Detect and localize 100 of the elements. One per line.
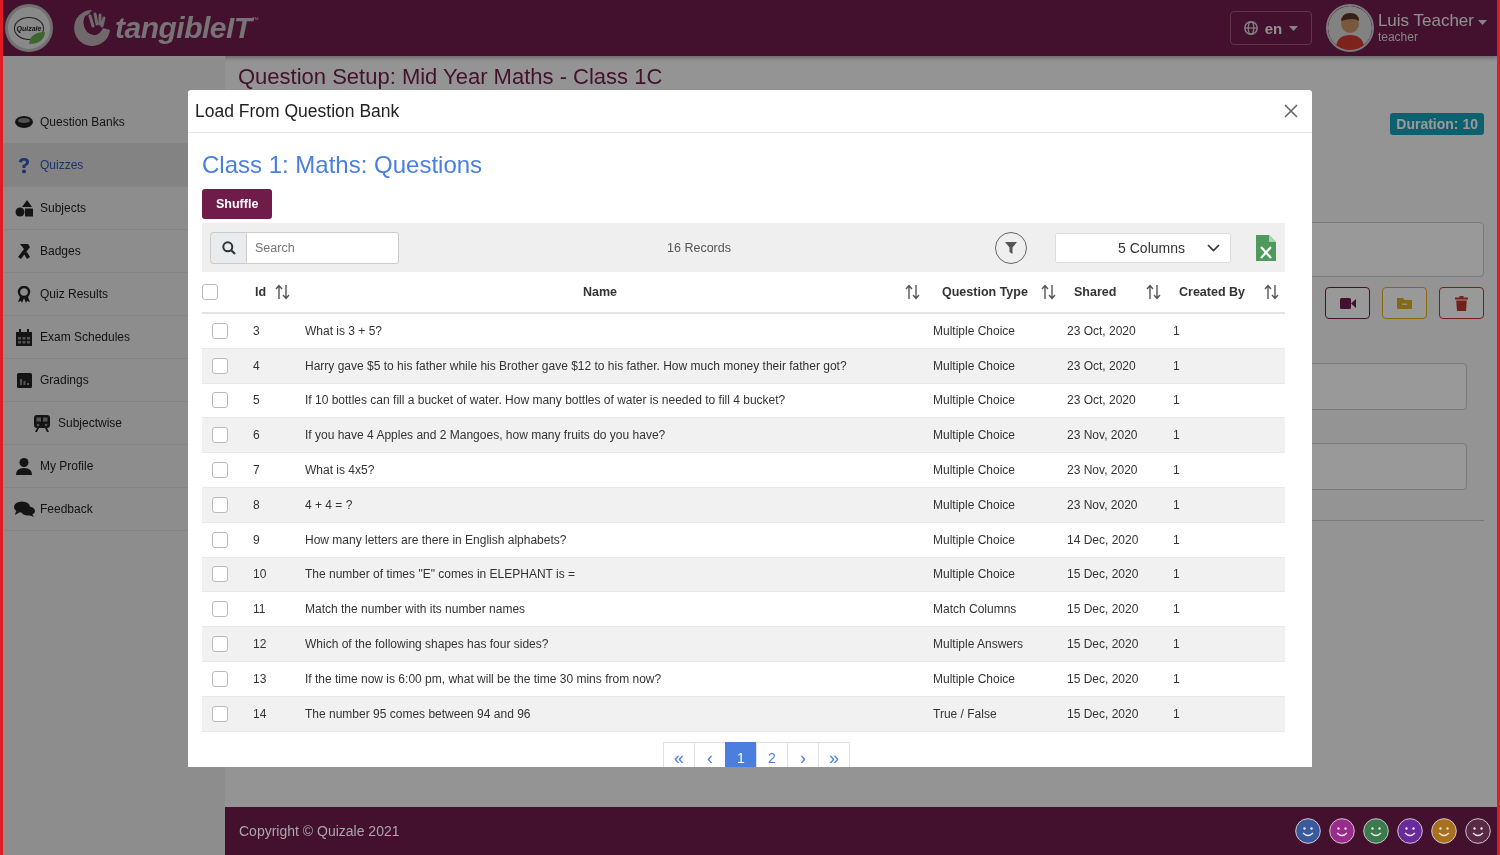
video-button[interactable] bbox=[1325, 287, 1370, 319]
train-icon bbox=[34, 414, 50, 432]
table-cell: 7 bbox=[253, 463, 260, 478]
table-cell: 11 bbox=[253, 602, 266, 617]
smiley-icon[interactable] bbox=[1397, 818, 1423, 844]
table-cell: 1 bbox=[1173, 532, 1180, 547]
table-cell: 1 bbox=[1173, 671, 1180, 686]
page-button[interactable]: 2 bbox=[756, 741, 788, 767]
table-cell: 1 bbox=[1173, 706, 1180, 721]
user-role: teacher bbox=[1377, 30, 1419, 44]
table-cell: 23 Oct, 2020 bbox=[1067, 323, 1136, 338]
video-camera-icon bbox=[1339, 297, 1356, 309]
checkbox[interactable] bbox=[212, 462, 228, 479]
filter-icon bbox=[1005, 241, 1017, 254]
table-cell: Multiple Choice bbox=[933, 532, 1016, 547]
sort-icon[interactable] bbox=[905, 284, 920, 300]
comments-icon bbox=[13, 501, 35, 517]
smiley-icon[interactable] bbox=[1431, 818, 1457, 844]
table-cell: 14 Dec, 2020 bbox=[1067, 532, 1139, 547]
bar-chart-icon bbox=[16, 372, 32, 388]
search-button[interactable] bbox=[210, 231, 246, 264]
table-cell: 4 bbox=[253, 358, 260, 373]
checkbox[interactable] bbox=[212, 427, 228, 444]
table-cell: Multiple Choice bbox=[933, 567, 1016, 582]
caret-icon bbox=[1289, 25, 1299, 31]
column-header[interactable]: Shared bbox=[1074, 285, 1117, 299]
checkbox[interactable] bbox=[212, 392, 228, 409]
caret-icon[interactable] bbox=[1478, 20, 1487, 25]
shuffle-button[interactable]: Shuffle bbox=[202, 189, 273, 219]
smiley-icon[interactable] bbox=[1465, 818, 1491, 844]
table-cell: If 10 bottles can fill a bucket of water. How many bottles of water is needed to fill 4 bucket? bbox=[305, 393, 786, 408]
column-header[interactable]: Created By bbox=[1179, 285, 1245, 299]
table-cell: 13 bbox=[253, 671, 267, 686]
page-title: Question Setup: Mid Year Maths - Class 1C bbox=[238, 64, 664, 90]
table-cell: 10 bbox=[253, 567, 267, 582]
checkbox[interactable] bbox=[202, 284, 218, 300]
checkbox[interactable] bbox=[212, 531, 228, 548]
delete-button[interactable] bbox=[1439, 287, 1484, 319]
table-cell: 15 Dec, 2020 bbox=[1067, 567, 1139, 582]
table-cell: 1 bbox=[1173, 323, 1180, 338]
calendar-icon bbox=[16, 328, 32, 346]
language-button[interactable]: en bbox=[1229, 11, 1312, 45]
columns-dropdown[interactable]: 5 Columns bbox=[1055, 232, 1231, 263]
search-field[interactable]: Search bbox=[246, 231, 399, 264]
shapes-icon bbox=[15, 199, 33, 217]
table-cell: 23 Nov, 2020 bbox=[1067, 428, 1138, 443]
sort-icon[interactable] bbox=[1041, 284, 1056, 300]
checkbox[interactable] bbox=[212, 601, 228, 618]
column-header[interactable]: Question Type bbox=[942, 285, 1028, 299]
page-button[interactable]: » bbox=[818, 741, 850, 767]
table-cell: 15 Dec, 2020 bbox=[1067, 671, 1139, 686]
checkbox[interactable] bbox=[212, 566, 228, 583]
smiley-icon[interactable] bbox=[1329, 818, 1355, 844]
trash-icon bbox=[1455, 295, 1468, 311]
column-header[interactable]: Id bbox=[255, 285, 267, 299]
table-cell: 1 bbox=[1173, 393, 1180, 408]
table-cell: How many letters are there in English alphabets? bbox=[305, 532, 567, 547]
table-cell: 15 Dec, 2020 bbox=[1067, 637, 1139, 652]
checkbox[interactable] bbox=[212, 705, 228, 722]
sort-icon[interactable] bbox=[1146, 284, 1161, 300]
spreadsheet-icon[interactable] bbox=[1256, 234, 1276, 261]
table-cell: True / False bbox=[933, 706, 997, 721]
globe-icon bbox=[1243, 21, 1258, 35]
checkbox[interactable] bbox=[212, 496, 228, 513]
page-button[interactable]: 1 bbox=[725, 741, 757, 767]
checkbox[interactable] bbox=[212, 670, 228, 687]
table-cell: 9 bbox=[253, 532, 260, 547]
table-cell: Multiple Choice bbox=[933, 671, 1016, 686]
smiley-icon[interactable] bbox=[1363, 818, 1389, 844]
sort-icon[interactable] bbox=[1264, 284, 1279, 300]
table-cell: What is 3 + 5? bbox=[305, 323, 383, 338]
avatar[interactable] bbox=[1325, 4, 1374, 52]
table-cell: Multiple Choice bbox=[933, 428, 1016, 443]
table-cell: 14 bbox=[253, 706, 267, 721]
table-cell: Multiple Answers bbox=[933, 637, 1024, 652]
checkbox[interactable] bbox=[212, 357, 228, 374]
table-cell: 23 Nov, 2020 bbox=[1067, 497, 1138, 512]
sort-icon[interactable] bbox=[275, 284, 291, 300]
table-cell: 1 bbox=[1173, 497, 1180, 512]
close-icon[interactable] bbox=[1284, 104, 1298, 118]
table-cell: 23 Oct, 2020 bbox=[1067, 358, 1136, 373]
disc-icon bbox=[15, 116, 33, 128]
table-cell: 1 bbox=[1173, 602, 1180, 617]
user-name[interactable]: Luis Teacher bbox=[1377, 12, 1474, 31]
table-cell: 1 bbox=[1173, 463, 1180, 478]
table-cell: Multiple Choice bbox=[933, 497, 1016, 512]
table-cell: 15 Dec, 2020 bbox=[1067, 706, 1139, 721]
page-button[interactable]: « bbox=[663, 741, 695, 767]
table-cell: Multiple Choice bbox=[933, 323, 1016, 338]
table-cell: Multiple Choice bbox=[933, 358, 1016, 373]
checkbox[interactable] bbox=[212, 636, 228, 653]
ribbon-icon bbox=[16, 242, 32, 260]
table-cell: 12 bbox=[253, 637, 267, 652]
smiley-icon[interactable] bbox=[1295, 818, 1321, 844]
column-header[interactable]: Name bbox=[583, 285, 618, 299]
user-icon bbox=[16, 457, 32, 475]
table-cell: 5 bbox=[253, 393, 260, 408]
table-cell: If the time now is 6:00 pm, what will be the time 30 mins from now? bbox=[305, 671, 662, 686]
table-cell: The number 95 comes between 94 and 96 bbox=[305, 706, 531, 721]
checkbox[interactable] bbox=[212, 322, 228, 339]
